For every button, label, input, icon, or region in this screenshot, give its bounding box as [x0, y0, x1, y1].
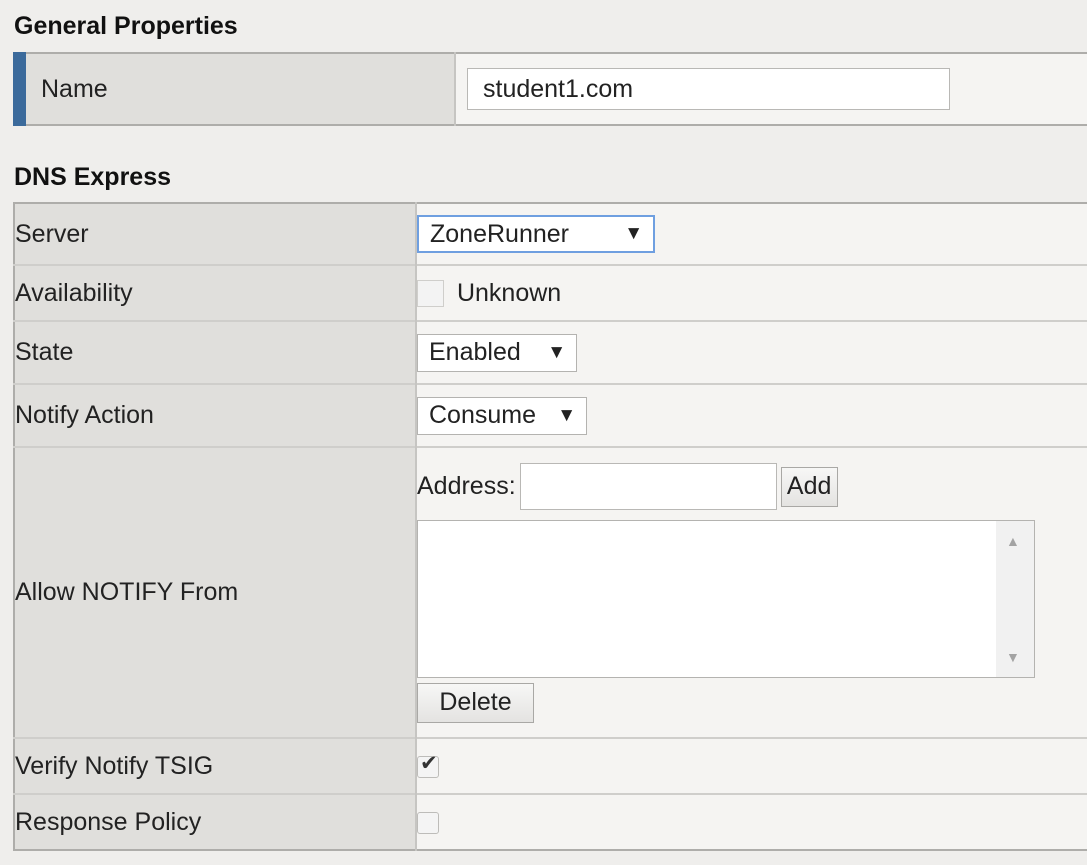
availability-value-cell: Unknown	[416, 265, 1087, 321]
notify-address-list[interactable]: ▲ ▼	[417, 519, 1035, 678]
name-input[interactable]	[467, 68, 950, 110]
chevron-down-icon: ▼	[557, 404, 576, 426]
delete-button[interactable]: Delete	[417, 682, 534, 723]
verify-tsig-row: Verify Notify TSIG ✔	[14, 738, 1087, 794]
address-label: Address:	[417, 472, 516, 500]
list-scrollbar[interactable]: ▲ ▼	[996, 520, 1034, 677]
name-row: Name	[13, 53, 1087, 125]
check-icon: ✔	[420, 751, 438, 775]
state-select[interactable]: Enabled ▼	[417, 333, 577, 372]
chevron-down-icon: ▼	[547, 341, 566, 363]
scroll-down-icon[interactable]: ▼	[1006, 649, 1020, 665]
server-select[interactable]: ZoneRunner ▼	[417, 215, 655, 253]
verify-tsig-value-cell: ✔	[416, 738, 1087, 794]
notify-action-value-cell: Consume ▼	[416, 384, 1087, 447]
state-label: State	[14, 321, 417, 384]
verify-tsig-checkbox[interactable]: ✔	[417, 751, 439, 778]
response-policy-checkbox[interactable]	[417, 811, 439, 834]
allow-notify-value-cell: Address: Add ▲ ▼ Delete	[416, 447, 1087, 738]
response-policy-row: Response Policy	[14, 794, 1087, 850]
dns-express-table: Server ZoneRunner ▼ Availability Unknown…	[13, 202, 1087, 851]
availability-value: Unknown	[456, 278, 562, 307]
address-entry: Address: Add	[417, 463, 1087, 511]
scroll-up-icon[interactable]: ▲	[1006, 533, 1020, 549]
name-label: Name	[13, 53, 456, 125]
chevron-down-icon: ▼	[624, 223, 643, 244]
server-value-cell: ZoneRunner ▼	[416, 203, 1087, 265]
allow-notify-label: Allow NOTIFY From	[14, 447, 417, 738]
response-policy-label: Response Policy	[14, 794, 417, 850]
state-row: State Enabled ▼	[14, 321, 1087, 384]
server-row: Server ZoneRunner ▼	[14, 203, 1087, 265]
name-value-cell	[455, 53, 1087, 125]
response-policy-value-cell	[416, 794, 1087, 850]
verify-tsig-label: Verify Notify TSIG	[14, 738, 417, 794]
address-input[interactable]	[519, 463, 777, 510]
notify-action-row: Notify Action Consume ▼	[14, 384, 1087, 447]
server-label: Server	[14, 203, 417, 265]
state-value-cell: Enabled ▼	[416, 321, 1087, 384]
notify-action-label: Notify Action	[14, 384, 417, 447]
add-button[interactable]: Add	[780, 466, 838, 507]
notify-action-select-value: Consume	[429, 401, 536, 429]
server-select-value: ZoneRunner	[430, 219, 569, 248]
general-properties-title: General Properties	[14, 12, 238, 40]
allow-notify-row: Allow NOTIFY From Address: Add ▲ ▼ Delet…	[14, 447, 1087, 738]
dns-express-title: DNS Express	[14, 163, 172, 191]
availability-row: Availability Unknown	[14, 265, 1087, 321]
availability-label: Availability	[14, 265, 417, 321]
notify-action-select[interactable]: Consume ▼	[417, 396, 587, 435]
availability-status-icon	[417, 279, 444, 307]
state-select-value: Enabled	[429, 338, 521, 366]
general-properties-table: Name	[13, 52, 1087, 126]
